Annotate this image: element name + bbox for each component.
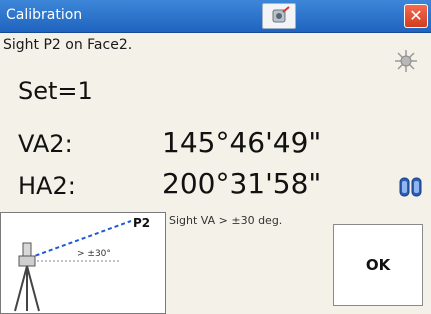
set-number: Set=1 (18, 77, 93, 105)
p2-point-label: P2 (133, 216, 150, 230)
instrument-icon[interactable] (262, 3, 296, 29)
title-bar: Calibration ✕ (0, 0, 431, 33)
angle-label: > ±30° (77, 249, 111, 259)
ha-label: HA2: (18, 172, 76, 200)
close-button[interactable]: ✕ (404, 4, 428, 28)
close-icon: ✕ (409, 6, 423, 25)
ok-button[interactable]: OK (333, 224, 423, 306)
ha-value: 200°31'58" (162, 167, 322, 200)
instruction-text: Sight P2 on Face2. (3, 37, 133, 53)
va-value: 145°46'49" (162, 126, 322, 159)
sighting-diagram: P2 > ±30° (0, 212, 166, 314)
sun-icon (395, 50, 417, 72)
va-label: VA2: (18, 130, 73, 158)
window-title: Calibration (6, 7, 83, 23)
battery-icon (399, 177, 422, 197)
hint-text: Sight VA > ±30 deg. (169, 214, 283, 227)
calibration-window: Calibration ✕ Sight P2 on Face2. Set=1 V… (0, 0, 431, 314)
